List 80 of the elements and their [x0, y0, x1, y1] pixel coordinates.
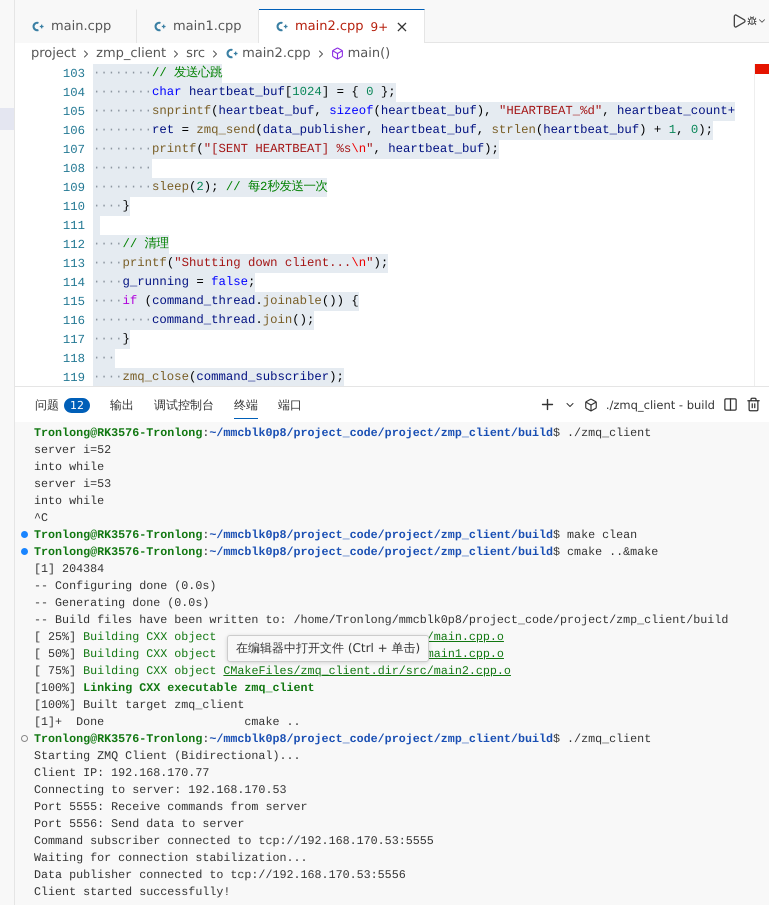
line-number: 108: [62, 162, 86, 176]
cpp-file-icon: [275, 20, 288, 33]
editor-tab[interactable]: main.cpp: [15, 9, 137, 43]
line-number: 109: [62, 180, 86, 194]
breadcrumb-item[interactable]: src: [186, 46, 206, 61]
terminal-line: Client IP: 192.168.170.77: [34, 766, 210, 780]
line-number: 110: [62, 200, 86, 214]
breadcrumb-item[interactable]: project: [31, 46, 76, 61]
play-icon[interactable]: [731, 13, 747, 29]
terminal-line: Tronlong@RK3576-Tronlong:~/mmcblk0p8/project_code/project/zmp_client/build$ make clean: [34, 528, 638, 542]
breadcrumb-item[interactable]: zmp_client: [96, 46, 166, 61]
tab-label: main2.cpp: [295, 19, 364, 34]
terminal-line: Port 5555: Receive commands from server: [34, 800, 308, 814]
panel-tab[interactable]: 终端: [234, 390, 258, 418]
terminal-line: server i=52: [34, 442, 112, 456]
terminal-line: into while: [34, 460, 104, 474]
close-button[interactable]: ×: [395, 17, 409, 36]
line-number: 112: [62, 238, 86, 252]
terminal-line: Command subscriber connected to tcp://192.168.170.53:5555: [34, 834, 434, 848]
breadcrumb-item[interactable]: main(): [348, 46, 390, 61]
problem-count: 12: [64, 398, 90, 412]
error-marker: [755, 64, 769, 74]
line-number: 117: [62, 332, 86, 346]
terminal-line: Waiting for connection stabilization...: [34, 850, 308, 864]
tab-label: main.cpp: [51, 19, 112, 34]
terminal-line: Tronlong@RK3576-Tronlong:~/mmcblk0p8/project_code/project/zmp_client/build$ cmake ..&make: [34, 544, 658, 558]
line-number: 114: [62, 276, 86, 290]
terminal-line: Connecting to server: 192.168.170.53: [34, 782, 286, 796]
terminal-line: [ 75%] Building CXX object: [34, 664, 218, 678]
tab-label: main1.cpp: [173, 19, 242, 34]
line-number: 107: [62, 142, 86, 156]
terminal-line: into while: [34, 494, 104, 508]
trash-icon[interactable]: [746, 397, 761, 412]
tooltip: 在编辑器中打开文件 (Ctrl + 单击): [227, 635, 430, 662]
terminal-line: server i=53: [34, 476, 112, 490]
terminal-line: ^C: [34, 510, 48, 524]
split-icon[interactable]: [723, 397, 738, 412]
terminal-line: -- Generating done (0.0s): [34, 596, 210, 610]
line-number: 113: [62, 256, 86, 270]
line-number: 115: [62, 294, 86, 308]
terminal-line: [1]+ Done cmake ..: [34, 714, 301, 728]
terminal-line: Port 5556: Send data to server: [34, 816, 244, 830]
line-number: 116: [62, 314, 86, 328]
cpp-file-icon: [225, 47, 238, 60]
terminal-line: -- Build files have been written to: /home/Tronlong/mmcblk0p8/project_code/project/zmp_client/build: [34, 612, 728, 626]
panel-tab[interactable]: 端口: [278, 390, 302, 418]
line-number: 103: [62, 66, 86, 80]
terminal-name[interactable]: ./zmq_client - build: [606, 398, 715, 412]
line-number: 119: [62, 370, 86, 384]
cpp-file-icon: [31, 20, 44, 33]
terminal-line: [1] 204384: [34, 562, 104, 576]
terminal-line: [100%] Built target zmq_client: [34, 698, 244, 712]
breadcrumb-item[interactable]: main2.cpp: [242, 46, 311, 61]
line-number: 118: [62, 352, 86, 366]
bug-icon[interactable]: [747, 16, 757, 26]
terminal-line: Client started successfully!: [34, 884, 230, 898]
problem-count: 9+: [370, 20, 388, 34]
line-number: 106: [62, 124, 86, 138]
editor-tab[interactable]: main1.cpp: [137, 9, 259, 43]
editor-tab[interactable]: main2.cpp 9+ ×: [259, 9, 425, 43]
cpp-file-icon: [153, 20, 166, 33]
line-number: 105: [62, 104, 86, 118]
line-number: 111: [62, 218, 86, 232]
terminal-line: [ 25%] Building CXX object: [34, 630, 218, 644]
terminal-line: Starting ZMQ Client (Bidirectional)...: [34, 748, 301, 762]
terminal-line: -- Configuring done (0.0s): [34, 578, 216, 592]
terminal-line: Tronlong@RK3576-Tronlong:~/mmcblk0p8/project_code/project/zmp_client/build$ ./zmq_client: [34, 426, 652, 440]
file-link[interactable]: CMakeFiles/zmq_client.dir/src/main2.cpp.o: [223, 664, 511, 678]
terminal-icon: [584, 398, 598, 412]
line-number: 104: [62, 86, 86, 100]
cube-icon: [330, 47, 344, 60]
file-link[interactable]: /main.cpp.o: [426, 630, 504, 644]
file-link[interactable]: main1.cpp.o: [426, 646, 504, 660]
terminal-line: Tronlong@RK3576-Tronlong:~/mmcblk0p8/project_code/project/zmp_client/build$ ./zmq_client: [34, 732, 652, 746]
terminal-line: Data publisher connected to tcp://192.168.170.53:5556: [34, 868, 406, 882]
terminal-line: [100%] Linking CXX executable zmq_client: [34, 680, 315, 694]
panel-tab[interactable]: 问题 12: [35, 390, 90, 418]
terminal-line: [ 50%] Building CXX object: [34, 646, 218, 660]
panel-tab[interactable]: 调试控制台: [154, 390, 214, 418]
panel-tab[interactable]: 输出: [110, 390, 134, 418]
